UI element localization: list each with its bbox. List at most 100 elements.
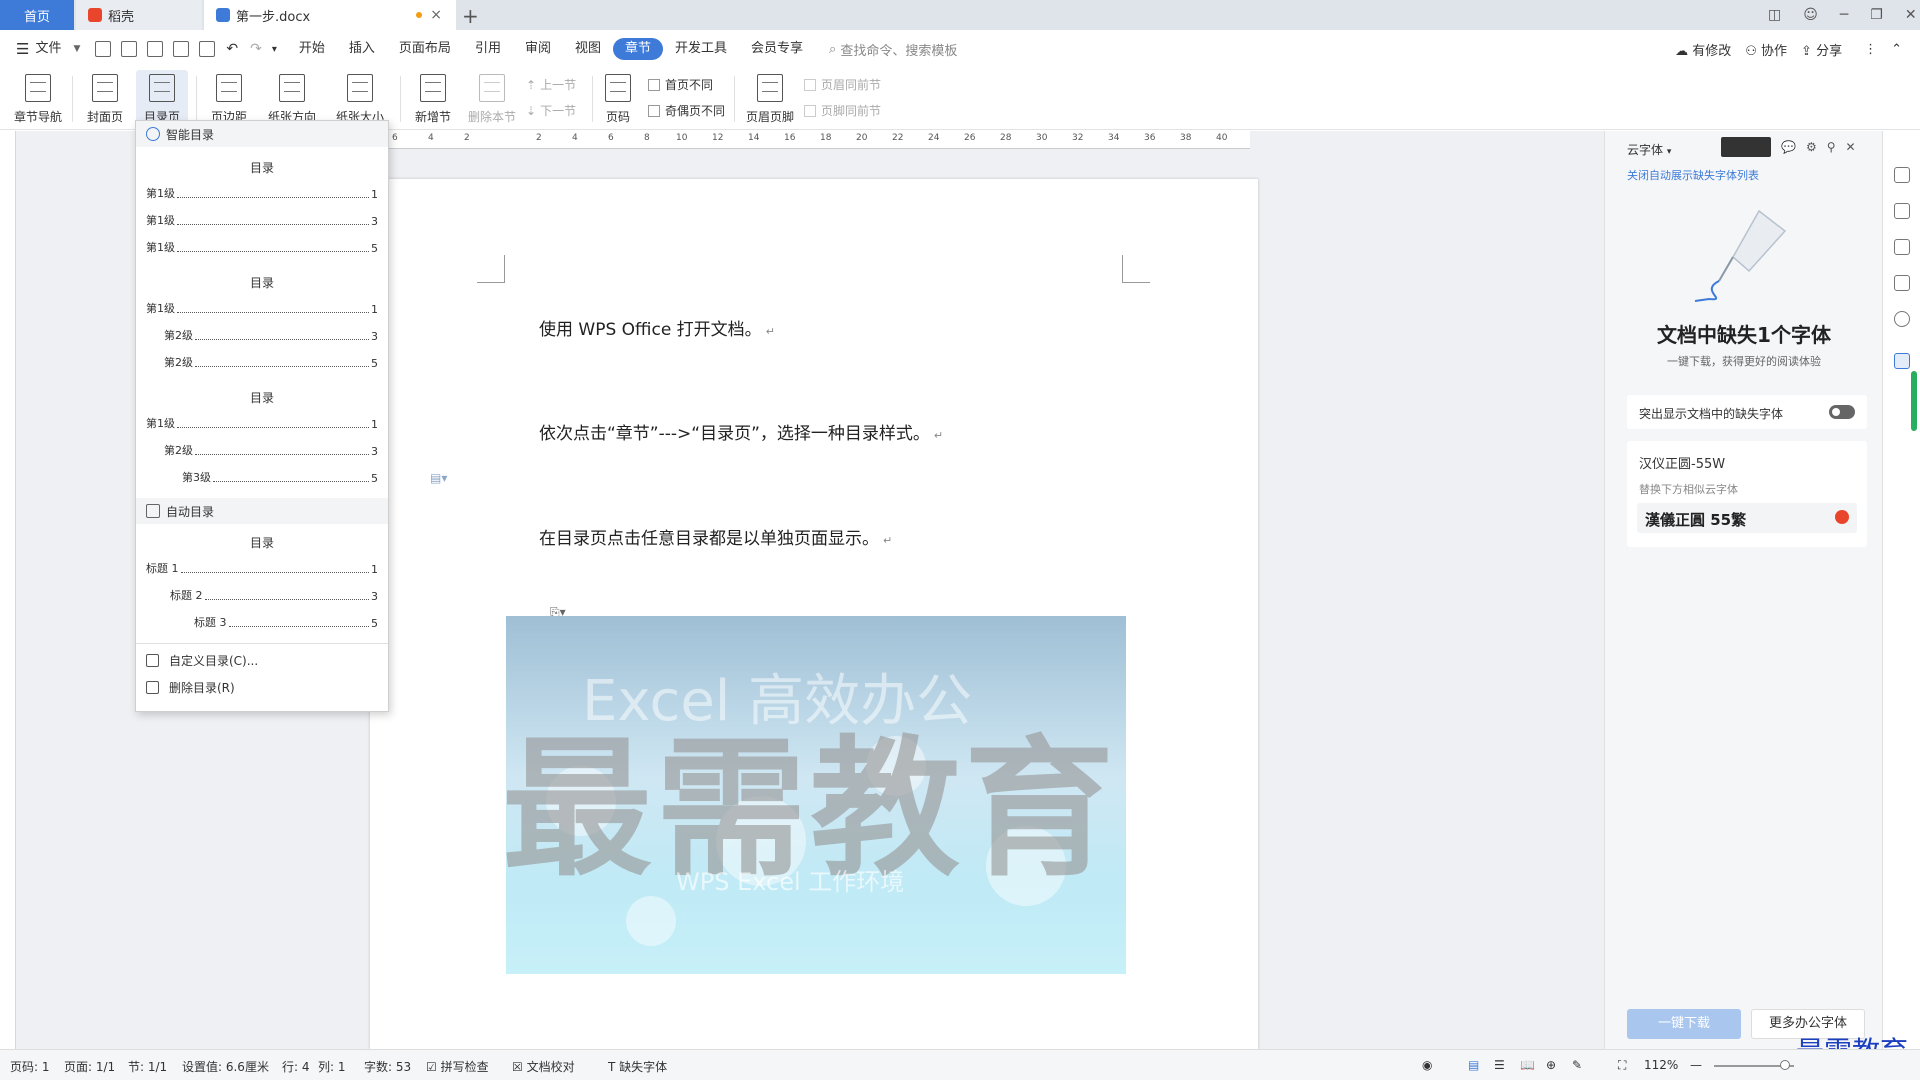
toc-preview-line: 第1级 1 <box>146 417 378 431</box>
page-number-button[interactable]: 页码 <box>598 70 638 126</box>
ruler-number: 34 <box>1108 133 1120 143</box>
first-page-different-checkbox[interactable]: 首页不同 <box>648 76 713 93</box>
menu-file[interactable]: 文件 <box>29 38 73 60</box>
restore-icon[interactable]: ❐ <box>1870 7 1883 23</box>
command-search[interactable]: ⌕ 查找命令、搜索模板 <box>829 40 957 59</box>
missing-font-button[interactable]: T 缺失字体 <box>608 1058 667 1075</box>
zoom-level[interactable]: 112% <box>1644 1058 1678 1072</box>
minimize-icon[interactable]: ─ <box>1840 7 1848 23</box>
menu-start[interactable]: 开始 <box>287 38 337 60</box>
paragraph-mark-icon: ↵ <box>933 429 944 442</box>
new-section-button[interactable]: 新增节 <box>408 70 458 126</box>
paragraph-mark-icon: ↵ <box>883 534 893 547</box>
highlight-missing-toggle[interactable] <box>1829 405 1855 419</box>
status-words[interactable]: 字数: 53 <box>364 1058 411 1075</box>
transform-icon[interactable] <box>1894 167 1910 183</box>
cursor-icon[interactable] <box>1894 239 1910 255</box>
layout-icon[interactable]: ◫ <box>1768 7 1781 23</box>
pen-illustration <box>1694 209 1787 302</box>
menu-references[interactable]: 引用 <box>463 38 513 60</box>
tab-document[interactable]: 第一步.docx × <box>204 0 456 30</box>
comment-icon[interactable]: 💬 <box>1781 140 1796 154</box>
web-view-icon[interactable]: ⊕ <box>1546 1058 1556 1072</box>
hamburger-icon[interactable]: ☰ <box>16 40 29 58</box>
unsaved-dot-icon <box>416 12 422 18</box>
delete-toc-item[interactable]: 删除目录(R) <box>146 679 235 696</box>
paragraph-3[interactable]: 在目录页点击任意目录都是以单独页面显示。 ↵ <box>539 524 892 549</box>
chapter-nav-button[interactable]: 章节导航 <box>12 70 64 126</box>
menu-developer[interactable]: 开发工具 <box>663 38 739 60</box>
share-button[interactable]: ⇪ 分享 <box>1801 40 1842 59</box>
changes-button[interactable]: ☁ 有修改 <box>1675 40 1731 59</box>
margins-button[interactable]: 页边距 <box>204 70 254 126</box>
menu-insert[interactable]: 插入 <box>337 38 387 60</box>
avatar[interactable]: ☺ <box>1803 7 1818 23</box>
more-icon[interactable]: ⋮ <box>1864 42 1877 57</box>
footer-same-as-previous-checkbox[interactable]: 页脚同前节 <box>804 102 881 119</box>
toc-page-button[interactable]: 目录页 <box>136 70 188 126</box>
paper-size-button[interactable]: 纸张大小 <box>330 70 390 126</box>
custom-toc-item[interactable]: 自定义目录(C)... <box>146 652 258 669</box>
menu-chapter[interactable]: 章节 <box>612 38 663 60</box>
prev-section-button[interactable]: ⇡ 上一节 <box>526 76 576 93</box>
paragraph-2[interactable]: 依次点击“章节”--->“目录页”，选择一种目录样式。 ↵ <box>539 419 943 444</box>
undo-icon[interactable]: ↶ <box>226 41 238 57</box>
menu-view[interactable]: 视图 <box>563 38 613 60</box>
cover-page-button[interactable]: 封面页 <box>80 70 130 126</box>
menu-member[interactable]: 会员专享 <box>739 38 815 60</box>
spell-check-label: 拼写检查 <box>440 1060 489 1074</box>
odd-even-different-checkbox[interactable]: 奇偶页不同 <box>648 102 725 119</box>
page-view-icon[interactable]: ▤ <box>1468 1058 1479 1072</box>
spell-check-button[interactable]: ☑ 拼写检查 <box>426 1058 489 1075</box>
new-tab-icon[interactable]: + <box>462 4 479 28</box>
customize-icon[interactable]: ▾ <box>272 44 277 55</box>
collapse-ribbon-icon[interactable]: ⌃ <box>1891 42 1902 57</box>
doc-proof-button[interactable]: ☒ 文档校对 <box>512 1058 575 1075</box>
reading-view-icon[interactable]: 📖 <box>1520 1058 1535 1072</box>
save-icon[interactable] <box>121 41 138 57</box>
format-painter-icon[interactable] <box>147 41 164 57</box>
pin-icon[interactable]: ⚲ <box>1827 140 1836 154</box>
print-preview-icon[interactable] <box>199 41 216 57</box>
ime-indicator-icon[interactable] <box>1721 137 1771 157</box>
document-page[interactable]: 使用 WPS Office 打开文档。 ↵ 依次点击“章节”--->“目录页”，选… <box>370 179 1258 1049</box>
font-panel-icon[interactable] <box>1894 353 1910 369</box>
redo-icon[interactable]: ↷ <box>250 41 262 57</box>
header-same-as-previous-checkbox[interactable]: 页眉同前节 <box>804 76 881 93</box>
eye-protect-icon[interactable]: ◉ <box>1422 1058 1432 1072</box>
tab-home[interactable]: 首页 <box>0 0 74 30</box>
embedded-image[interactable]: Excel 高效办公 最需教育 WPS Excel 工作环境 <box>506 616 1126 974</box>
delete-section-button[interactable]: 删除本节 <box>466 70 518 126</box>
tab-daoke[interactable]: 稻壳 <box>76 0 202 30</box>
close-panel-icon[interactable]: ✕ <box>1846 140 1856 154</box>
gear-icon[interactable]: ⚙ <box>1806 140 1817 154</box>
download-all-button[interactable]: 一键下载 <box>1627 1009 1741 1039</box>
settings-sliders-icon[interactable] <box>1894 275 1910 291</box>
panel-title-dropdown[interactable]: 云字体 ▾ <box>1627 141 1671 158</box>
similar-font-option[interactable]: 漢儀正圓 55繁 <box>1637 503 1857 533</box>
close-tab-icon[interactable]: × <box>430 7 442 23</box>
doc-float-icon[interactable]: ▤▾ <box>430 471 447 485</box>
toc-preview-line: 第2级 5 <box>164 356 378 370</box>
write-view-icon[interactable]: ✎ <box>1572 1058 1582 1072</box>
outline-view-icon[interactable]: ☰ <box>1494 1058 1505 1072</box>
status-row: 行: 4 <box>282 1060 310 1074</box>
next-section-button[interactable]: ⇣ 下一节 <box>526 102 576 119</box>
orientation-button[interactable]: 纸张方向 <box>262 70 322 126</box>
pen-icon[interactable] <box>1894 203 1910 219</box>
zoom-out-icon[interactable]: — <box>1690 1058 1702 1072</box>
menu-layout[interactable]: 页面布局 <box>387 38 463 60</box>
help-icon[interactable] <box>1894 311 1910 327</box>
new-doc-icon[interactable] <box>95 41 112 57</box>
zoom-slider-handle[interactable] <box>1780 1060 1790 1070</box>
menu-review[interactable]: 审阅 <box>513 38 563 60</box>
hide-missing-fonts-link[interactable]: 关闭自动展示缺失字体列表 <box>1627 167 1759 183</box>
chapter-nav-label: 章节导航 <box>13 110 62 124</box>
close-window-icon[interactable]: ✕ <box>1905 7 1917 23</box>
page-number-label: 页码 <box>605 110 630 124</box>
print-icon[interactable] <box>173 41 190 57</box>
fit-page-icon[interactable]: ⛶ <box>1618 1058 1626 1073</box>
collab-button[interactable]: ⚇ 协作 <box>1745 40 1787 59</box>
header-footer-button[interactable]: 页眉页脚 <box>742 70 798 126</box>
paragraph-1[interactable]: 使用 WPS Office 打开文档。 ↵ <box>539 315 775 340</box>
